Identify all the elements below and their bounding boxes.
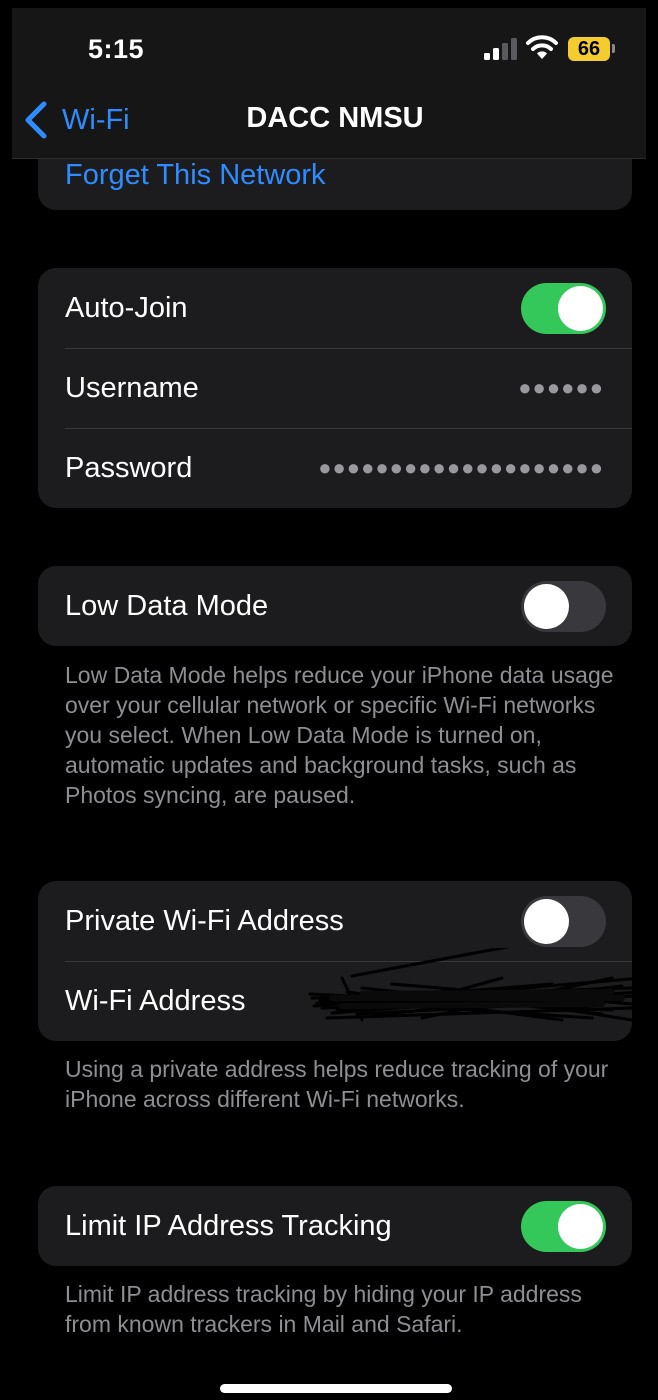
password-row[interactable]: Password ●●●●●●●●●●●●●●●●●●●● bbox=[38, 428, 632, 508]
username-label: Username bbox=[65, 371, 199, 404]
redaction-scribble bbox=[308, 948, 642, 1022]
home-indicator[interactable] bbox=[220, 1384, 452, 1393]
back-button[interactable]: Wi-Fi bbox=[22, 98, 130, 142]
private-address-toggle[interactable] bbox=[521, 896, 606, 947]
battery-icon: 66 bbox=[568, 37, 610, 61]
private-address-label: Private Wi-Fi Address bbox=[65, 904, 344, 937]
toggle-knob bbox=[524, 584, 569, 629]
page-title: DACC NMSU bbox=[246, 102, 424, 134]
navigation-header: 5:15 66 Wi-Fi DACC NMSU bbox=[12, 8, 646, 159]
auto-join-row: Auto-Join bbox=[38, 268, 632, 348]
username-row[interactable]: Username ●●●●●● bbox=[38, 348, 632, 428]
username-value: ●●●●●● bbox=[518, 375, 604, 400]
private-address-footnote: Using a private address helps reduce tra… bbox=[65, 1056, 609, 1112]
status-time: 5:15 bbox=[88, 34, 145, 64]
wifi-icon bbox=[526, 35, 558, 59]
toggle-knob bbox=[558, 1204, 603, 1249]
auto-join-label: Auto-Join bbox=[65, 291, 188, 324]
battery-cap bbox=[612, 44, 615, 53]
limit-ip-toggle[interactable] bbox=[521, 1201, 606, 1252]
password-label: Password bbox=[65, 451, 193, 484]
toggle-knob bbox=[558, 286, 603, 331]
low-data-mode-row: Low Data Mode bbox=[38, 566, 632, 646]
screen: 5:15 66 Wi-Fi DACC NMSU Forget This Netw… bbox=[12, 8, 646, 1400]
back-label: Wi-Fi bbox=[62, 103, 130, 136]
low-data-mode-footnote: Low Data Mode helps reduce your iPhone d… bbox=[65, 662, 614, 808]
low-data-mode-toggle[interactable] bbox=[521, 581, 606, 632]
cellular-signal-icon bbox=[484, 38, 517, 60]
limit-ip-card: Limit IP Address Tracking bbox=[38, 1186, 632, 1266]
password-value: ●●●●●●●●●●●●●●●●●●●● bbox=[318, 455, 604, 480]
limit-ip-label: Limit IP Address Tracking bbox=[65, 1209, 392, 1242]
auto-join-toggle[interactable] bbox=[521, 283, 606, 334]
credentials-card: Auto-Join Username ●●●●●● Password ●●●●●… bbox=[38, 268, 632, 508]
forget-network-button[interactable]: Forget This Network bbox=[65, 159, 326, 192]
wifi-address-label: Wi-Fi Address bbox=[65, 984, 246, 1017]
limit-ip-footnote: Limit IP address tracking by hiding your… bbox=[65, 1281, 582, 1337]
limit-ip-row: Limit IP Address Tracking bbox=[38, 1186, 632, 1266]
low-data-mode-label: Low Data Mode bbox=[65, 589, 269, 622]
chevron-left-icon bbox=[25, 101, 47, 139]
toggle-knob bbox=[524, 899, 569, 944]
low-data-mode-card: Low Data Mode bbox=[38, 566, 632, 646]
